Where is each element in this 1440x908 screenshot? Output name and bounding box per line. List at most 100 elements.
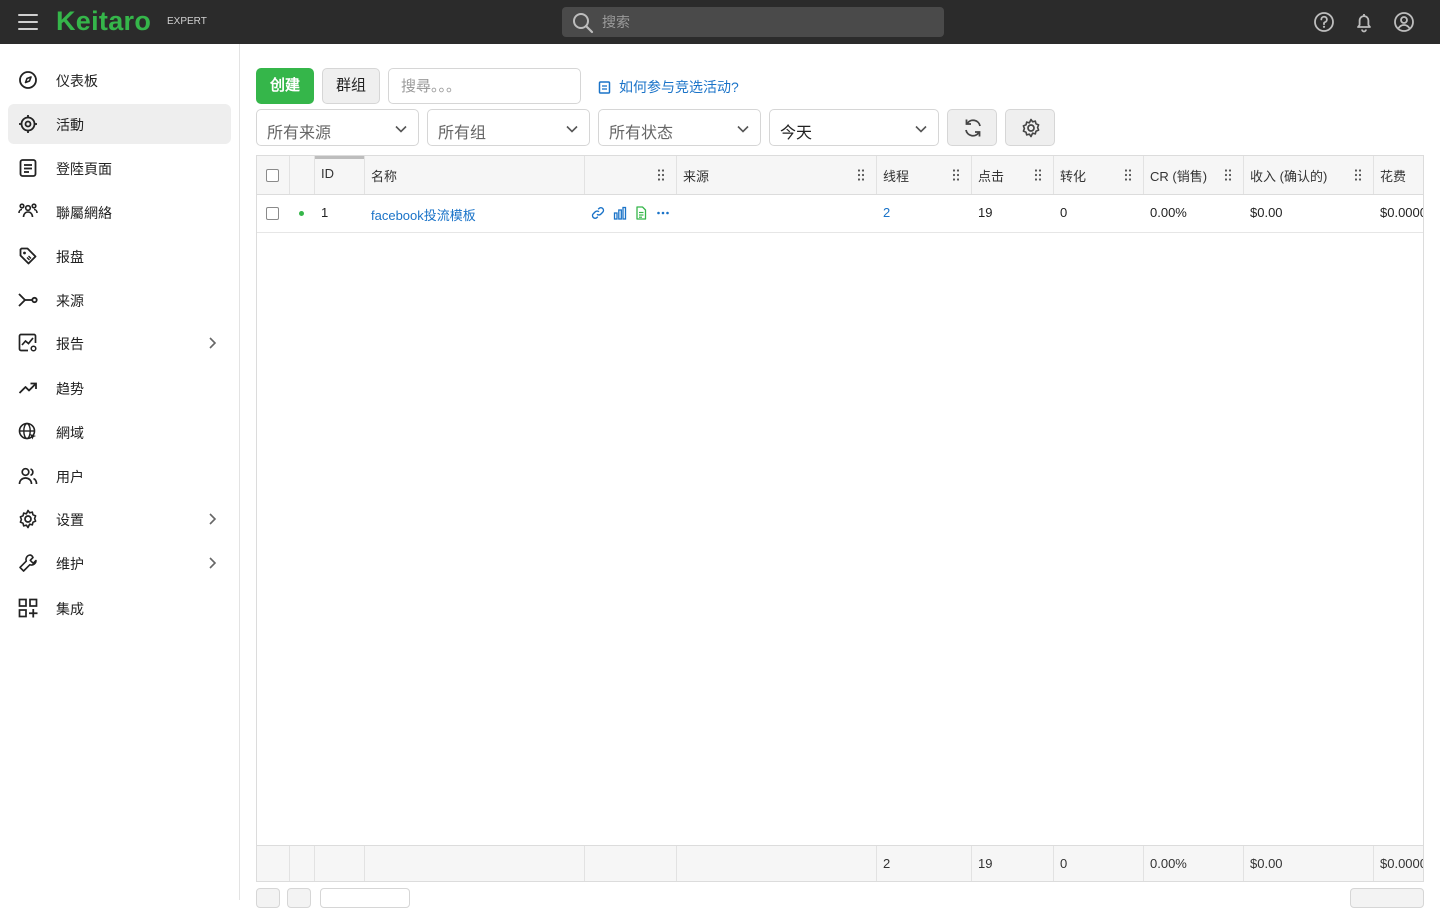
sidebar-item-campaigns[interactable]: 活動	[8, 104, 231, 144]
table-row[interactable]: 1 facebook投流模板 2 19 0 0.00% $0.00 $0.000…	[257, 195, 1423, 233]
global-search[interactable]	[562, 7, 944, 37]
sidebar-item-label: 报告	[56, 336, 84, 352]
column-header-cost[interactable]: 花费	[1374, 156, 1423, 194]
affiliate-networks-icon	[18, 203, 38, 218]
totals-cr-value: 0.00%	[1150, 856, 1187, 871]
sidebar-item-label: 網域	[56, 425, 84, 441]
reports-icon	[18, 333, 37, 352]
source-filter[interactable]: 所有来源	[256, 109, 419, 146]
campaign-name-link[interactable]: facebook投流模板	[371, 205, 476, 224]
drag-handle-icon[interactable]	[1125, 169, 1131, 181]
export-button[interactable]	[1350, 888, 1424, 908]
settings-icon	[19, 509, 37, 529]
drag-handle-icon[interactable]	[953, 169, 959, 181]
help-icon[interactable]	[1313, 11, 1335, 33]
user-account-icon[interactable]	[1393, 11, 1415, 33]
refresh-button[interactable]	[947, 109, 997, 146]
row-actions-cell	[585, 195, 677, 232]
table-settings-button[interactable]	[1005, 109, 1055, 146]
sidebar-item-label: 趋势	[56, 381, 84, 397]
drag-handle-icon[interactable]	[1225, 169, 1231, 181]
document-icon[interactable]	[634, 206, 648, 220]
select-all-checkbox[interactable]	[266, 169, 279, 182]
campaigns-table: ID 名称 来源 线程 点击 转化 CR (销售) 收入 (确认的) 花费 1 …	[256, 155, 1424, 882]
drag-handle-icon[interactable]	[658, 169, 664, 181]
status-filter-value: 所有状态	[609, 125, 674, 142]
totals-clicks-value: 19	[978, 856, 993, 871]
select-all-cell	[257, 156, 290, 194]
sidebar-item-label: 设置	[56, 512, 84, 528]
menu-icon[interactable]	[18, 14, 38, 30]
sources-icon	[18, 293, 38, 307]
streams-count-link[interactable]: 2	[883, 205, 890, 220]
bar-chart-icon[interactable]	[613, 206, 627, 220]
chevron-down-icon	[737, 125, 749, 133]
refresh-icon	[965, 119, 981, 137]
column-header-source[interactable]: 来源	[677, 156, 877, 194]
global-search-input[interactable]	[602, 7, 932, 37]
drag-handle-icon[interactable]	[858, 169, 864, 181]
clicks-value: 19	[978, 205, 993, 220]
column-header-streams[interactable]: 线程	[877, 156, 972, 194]
row-select-cell	[257, 195, 290, 232]
sidebar-item-affiliate-networks[interactable]: 聯屬網絡	[8, 192, 231, 232]
column-header-cr[interactable]: CR (销售)	[1144, 156, 1244, 194]
drag-handle-icon[interactable]	[1355, 169, 1361, 181]
column-header-revenue[interactable]: 收入 (确认的)	[1244, 156, 1374, 194]
help-link[interactable]: 如何参与竞选活动?	[598, 77, 739, 97]
status-active-dot	[299, 211, 304, 216]
group-filter-value: 所有组	[438, 125, 487, 142]
column-header-actions[interactable]	[585, 156, 677, 194]
column-header-name[interactable]: 名称	[365, 156, 585, 194]
column-header-label: CR (销售)	[1150, 169, 1208, 184]
column-header-conversions[interactable]: 转化	[1054, 156, 1144, 194]
sidebar-item-integrations[interactable]: 集成	[8, 588, 231, 628]
group-filter[interactable]: 所有组	[427, 109, 590, 146]
totals-streams: 2	[877, 846, 972, 881]
date-range-value: 今天	[780, 125, 813, 142]
row-streams-cell: 2	[877, 195, 972, 232]
sidebar-item-domains[interactable]: 網域	[8, 412, 231, 452]
link-icon[interactable]	[591, 206, 605, 220]
sidebar-item-users[interactable]: 用户	[8, 456, 231, 496]
offers-tag-icon	[19, 247, 37, 265]
column-header-clicks[interactable]: 点击	[972, 156, 1054, 194]
sidebar-item-label: 用户	[56, 469, 84, 485]
totals-cell	[257, 846, 290, 881]
column-header-label: 点击	[978, 169, 1005, 184]
bell-icon[interactable]	[1353, 11, 1375, 33]
source-filter-value: 所有来源	[267, 125, 332, 142]
column-header-id[interactable]: ID	[315, 156, 365, 194]
row-checkbox[interactable]	[266, 207, 279, 220]
drag-handle-icon[interactable]	[1035, 169, 1041, 181]
prev-page-button[interactable]	[287, 888, 311, 908]
trends-icon	[18, 382, 37, 394]
sidebar-item-reports[interactable]: 报告	[8, 323, 231, 363]
sidebar-item-dashboard[interactable]: 仪表板	[8, 60, 231, 100]
group-button[interactable]: 群组	[322, 68, 380, 104]
integrations-icon	[18, 598, 38, 618]
logo[interactable]: Keitaro	[56, 6, 151, 37]
row-id-cell: 1	[315, 195, 365, 232]
sidebar-item-offers[interactable]: 报盘	[8, 236, 231, 276]
book-icon	[598, 81, 611, 94]
date-range-filter[interactable]: 今天	[769, 109, 939, 146]
sidebar-item-maintenance[interactable]: 维护	[8, 543, 231, 583]
campaign-search-input[interactable]	[388, 68, 581, 104]
campaign-id: 1	[321, 205, 329, 220]
sidebar-item-settings[interactable]: 设置	[8, 499, 231, 539]
search-icon	[573, 13, 594, 34]
sidebar-item-trends[interactable]: 趋势	[8, 368, 231, 408]
sidebar-item-label: 报盘	[56, 249, 84, 265]
sidebar-item-label: 登陸頁面	[56, 161, 112, 177]
row-clicks-cell: 19	[972, 195, 1054, 232]
sidebar-item-sources[interactable]: 来源	[8, 280, 231, 320]
first-page-button[interactable]	[256, 888, 280, 908]
sidebar-item-landing-pages[interactable]: 登陸頁面	[8, 148, 231, 188]
column-header-label: ID	[321, 166, 334, 181]
status-filter[interactable]: 所有状态	[598, 109, 761, 146]
row-name-cell: facebook投流模板	[365, 195, 585, 232]
more-options-icon[interactable]	[656, 206, 670, 220]
create-button[interactable]: 创建	[256, 68, 314, 104]
page-size-select[interactable]	[320, 888, 410, 908]
